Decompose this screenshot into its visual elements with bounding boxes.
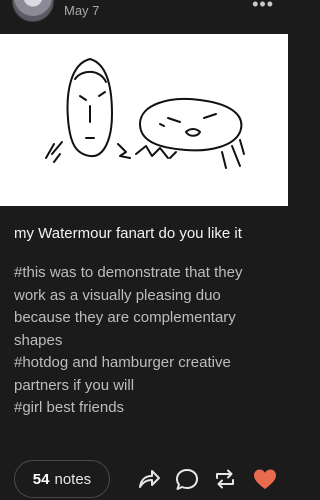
post-image[interactable] (0, 34, 288, 206)
more-icon[interactable]: ••• (252, 0, 274, 15)
notes-button[interactable]: 54 notes (14, 460, 110, 498)
notes-label: notes (54, 470, 92, 488)
fanart-drawing (45, 58, 245, 169)
reblog-icon[interactable] (212, 466, 238, 492)
share-icon[interactable] (136, 466, 162, 492)
post-caption: my Watermour fanart do you like it (14, 225, 242, 242)
avatar[interactable] (12, 0, 54, 22)
reply-icon[interactable] (174, 466, 200, 492)
post-date: May 7 (64, 3, 100, 18)
heart-icon[interactable] (252, 466, 278, 492)
tag-line[interactable]: #this was to demonstrate that they (14, 262, 278, 285)
post-tags: #this was to demonstrate that they work … (14, 262, 278, 420)
tag-line[interactable]: shapes (14, 330, 278, 353)
notes-count: 54 (32, 470, 50, 488)
tag-line[interactable]: #hotdog and hamburger creative (14, 352, 278, 375)
tag-line[interactable]: work as a visually pleasing duo (14, 285, 278, 308)
tag-line[interactable]: partners if you will (14, 375, 278, 398)
tag-line[interactable]: because they are complementary (14, 307, 278, 330)
post-footer: 54 notes (0, 458, 288, 500)
tag-line[interactable]: #girl best friends (14, 397, 278, 420)
post-header: May 7 ••• (0, 0, 288, 34)
